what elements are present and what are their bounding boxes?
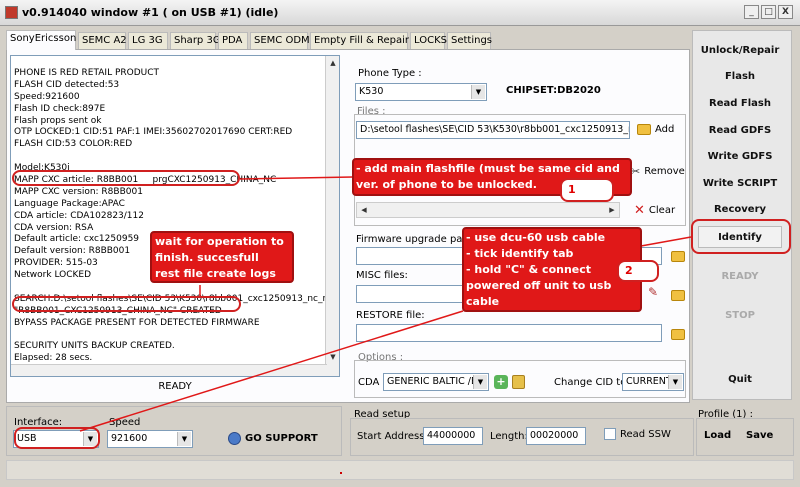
- note1-line-1: - add main flashfile (must be same cid a…: [356, 162, 620, 175]
- note2-line-2: - tick identify tab: [466, 247, 574, 260]
- highlight-interface: [14, 427, 100, 449]
- note3-line-3: rest file create logs: [155, 267, 276, 280]
- tab-sonyericsson[interactable]: SonyEricsson: [6, 30, 76, 50]
- note3-line-1: wait for operation to: [155, 235, 284, 248]
- highlight-mapp-cxc: [12, 170, 240, 186]
- annotation-line-1: [239, 176, 354, 180]
- highlight-created: [12, 296, 241, 312]
- note2-number: 2: [625, 264, 633, 277]
- annotation-line-2a: [640, 236, 692, 247]
- note2-line-3: - hold "C" & connect: [466, 263, 592, 276]
- note1-line-2: ver. of phone to be unlocked.: [356, 178, 537, 191]
- note2-line-1: - use dcu-60 usb cable: [466, 231, 606, 244]
- note3-line-2: finish. succesfull: [155, 251, 259, 264]
- note2-line-5: cable: [466, 295, 500, 308]
- annotation-line-2b: [79, 310, 464, 432]
- note1-number: 1: [568, 183, 576, 196]
- note2-number-box: [617, 260, 659, 282]
- highlight-identify: [691, 219, 791, 254]
- note2-line-4: powered off unit to usb: [466, 279, 612, 292]
- annotation-lines: [79, 176, 692, 432]
